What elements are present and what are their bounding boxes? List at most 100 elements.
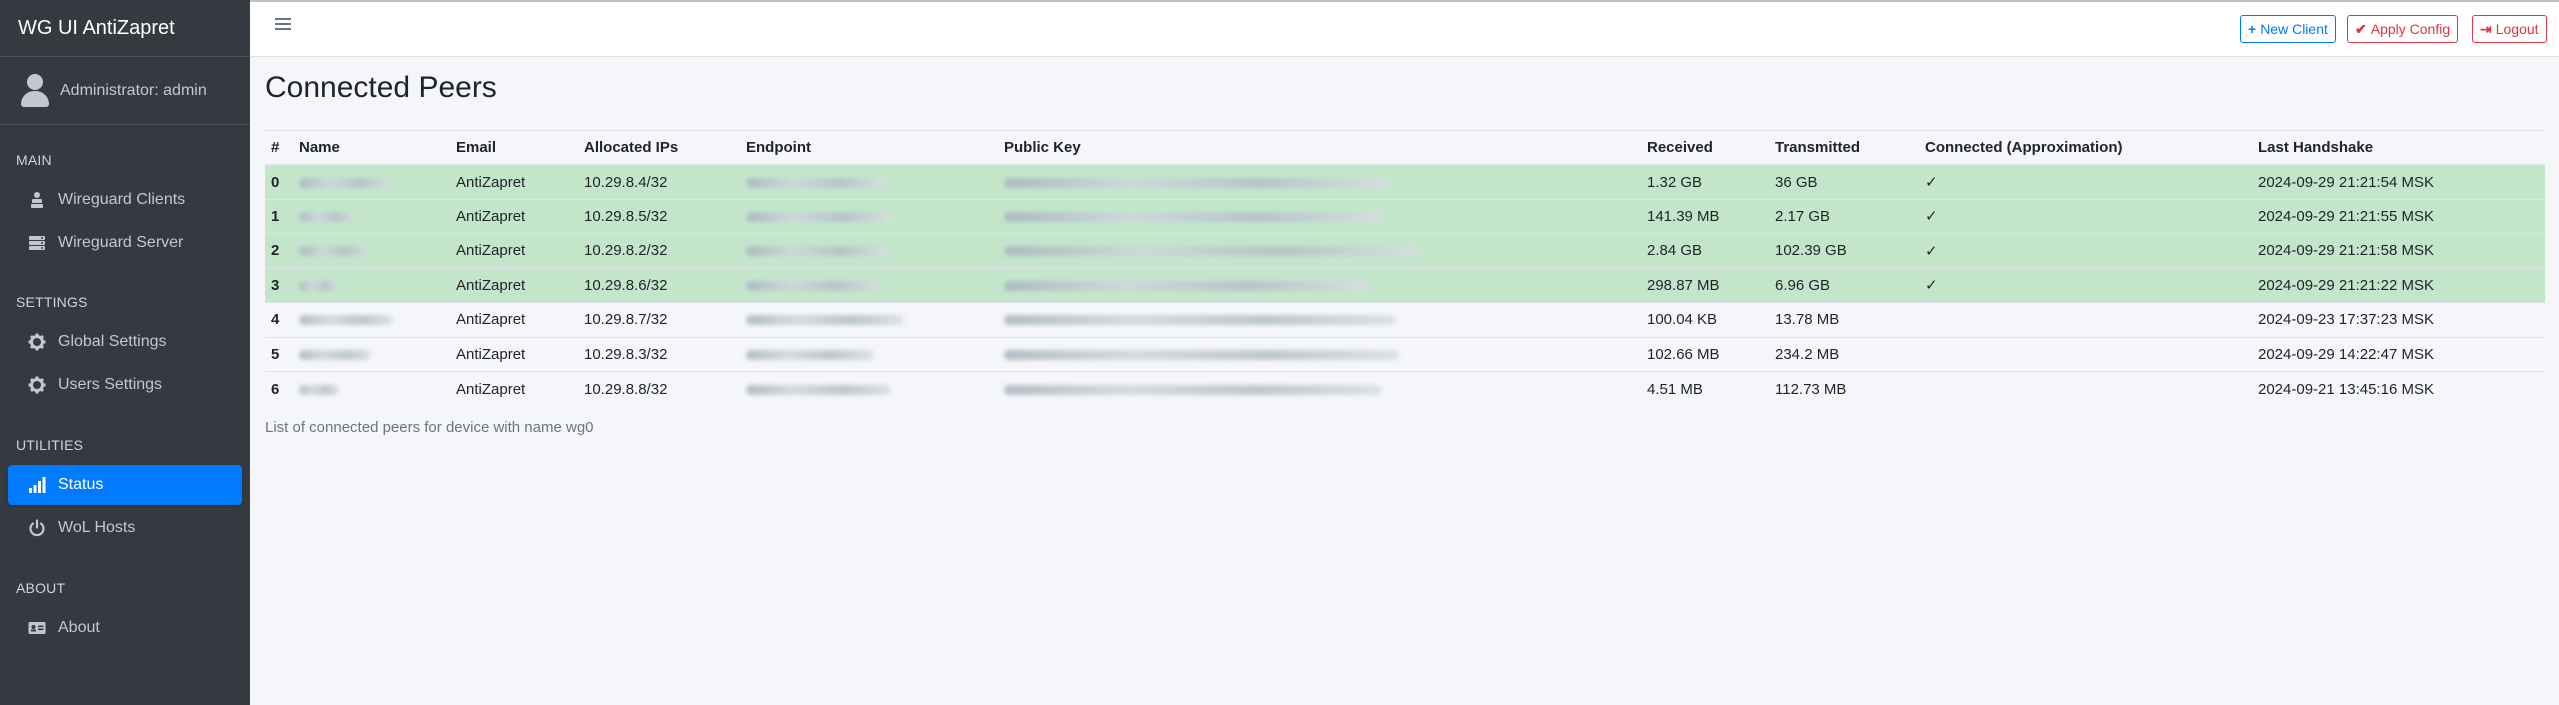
row-index: 0 xyxy=(265,164,293,199)
nav-header-about: ABOUT xyxy=(16,580,66,596)
row-index: 3 xyxy=(265,267,293,303)
sidebar-item-status[interactable]: Status xyxy=(8,465,242,505)
peer-allocated-ip: 10.29.8.4/32 xyxy=(578,164,740,199)
peer-name-redacted xyxy=(293,233,450,268)
power-icon xyxy=(28,519,46,537)
table-row: 1 AntiZapret 10.29.8.5/32 141.39 MB 2.17… xyxy=(265,198,2545,234)
peer-received: 141.39 MB xyxy=(1641,198,1769,234)
peer-name-redacted xyxy=(293,371,450,406)
row-index: 5 xyxy=(265,336,293,372)
apply-config-label: Apply Config xyxy=(2370,21,2451,37)
new-client-label: New Client xyxy=(2260,21,2328,37)
peer-allocated-ip: 10.29.8.5/32 xyxy=(578,198,740,234)
user-panel: Administrator: admin xyxy=(0,57,250,125)
new-client-button[interactable]: + New Client xyxy=(2240,15,2336,43)
peer-allocated-ip: 10.29.8.7/32 xyxy=(578,302,740,337)
gear-icon xyxy=(28,376,46,394)
sidebar-item-wireguard-clients[interactable]: Wireguard Clients xyxy=(8,180,242,220)
check-icon: ✔ xyxy=(2355,20,2367,37)
peer-endpoint-redacted xyxy=(740,164,998,199)
sidebar-item-label: Wireguard Clients xyxy=(58,191,186,208)
peer-connected: ✓ xyxy=(1919,164,2252,199)
table-row: 4 AntiZapret 10.29.8.7/32 100.04 KB 13.7… xyxy=(265,302,2545,337)
peer-public-key-redacted xyxy=(998,198,1641,234)
table-caption: List of connected peers for device with … xyxy=(265,419,594,436)
peer-endpoint-redacted xyxy=(740,267,998,303)
peer-public-key-redacted xyxy=(998,302,1641,337)
peer-allocated-ip: 10.29.8.3/32 xyxy=(578,336,740,372)
top-navbar: + New Client ✔ Apply Config ⇥ Logout xyxy=(250,0,2559,57)
user-name[interactable]: Administrator: admin xyxy=(60,82,207,100)
peer-endpoint-redacted xyxy=(740,302,998,337)
peer-transmitted: 102.39 GB xyxy=(1769,233,1919,268)
nav-header-settings: SETTINGS xyxy=(16,294,88,310)
logout-button[interactable]: ⇥ Logout xyxy=(2472,15,2547,43)
peer-received: 4.51 MB xyxy=(1641,371,1769,406)
peer-transmitted: 2.17 GB xyxy=(1769,198,1919,234)
peer-last-handshake: 2024-09-29 21:21:22 MSK xyxy=(2252,267,2545,303)
col-connected: Connected (Approximation) xyxy=(1919,130,2252,166)
peer-endpoint-redacted xyxy=(740,233,998,268)
peer-last-handshake: 2024-09-29 21:21:54 MSK xyxy=(2252,164,2545,199)
table-row: 2 AntiZapret 10.29.8.2/32 2.84 GB 102.39… xyxy=(265,233,2545,268)
peer-last-handshake: 2024-09-29 21:21:58 MSK xyxy=(2252,233,2545,268)
sidebar-item-label: Users Settings xyxy=(58,376,163,393)
peer-received: 2.84 GB xyxy=(1641,233,1769,268)
table-row: 0 AntiZapret 10.29.8.4/32 1.32 GB 36 GB … xyxy=(265,164,2545,199)
peer-email: AntiZapret xyxy=(450,302,578,337)
peer-email: AntiZapret xyxy=(450,164,578,199)
peer-received: 298.87 MB xyxy=(1641,267,1769,303)
id-card-icon xyxy=(28,619,46,637)
col-transmitted: Transmitted xyxy=(1769,130,1919,166)
peer-public-key-redacted xyxy=(998,164,1641,199)
peer-name-redacted xyxy=(293,267,450,303)
peer-public-key-redacted xyxy=(998,371,1641,406)
peer-connected xyxy=(1919,371,2252,406)
sidebar-item-users-settings[interactable]: Users Settings xyxy=(8,365,242,405)
plus-icon: + xyxy=(2248,21,2257,37)
peer-endpoint-redacted xyxy=(740,198,998,234)
peer-email: AntiZapret xyxy=(450,336,578,372)
peer-allocated-ip: 10.29.8.6/32 xyxy=(578,267,740,303)
gear-icon xyxy=(28,333,46,351)
col-public-key: Public Key xyxy=(998,130,1641,166)
table-row: 5 AntiZapret 10.29.8.3/32 102.66 MB 234.… xyxy=(265,336,2545,372)
peer-public-key-redacted xyxy=(998,233,1641,268)
col-email: Email xyxy=(450,130,578,166)
peer-received: 102.66 MB xyxy=(1641,336,1769,372)
peers-table: # Name Email Allocated IPs Endpoint Publ… xyxy=(265,130,2545,406)
row-index: 1 xyxy=(265,198,293,234)
peer-received: 100.04 KB xyxy=(1641,302,1769,337)
peer-last-handshake: 2024-09-21 13:45:16 MSK xyxy=(2252,371,2545,406)
sidebar-item-about[interactable]: About xyxy=(8,608,242,648)
peer-connected: ✓ xyxy=(1919,233,2252,268)
table-header-row: # Name Email Allocated IPs Endpoint Publ… xyxy=(265,130,2545,166)
sidebar-item-global-settings[interactable]: Global Settings xyxy=(8,322,242,362)
sidebar-item-wol-hosts[interactable]: WoL Hosts xyxy=(8,508,242,548)
col-received: Received xyxy=(1641,130,1769,166)
peer-name-redacted xyxy=(293,164,450,199)
users-icon xyxy=(28,191,46,209)
peer-connected xyxy=(1919,302,2252,337)
user-avatar-icon xyxy=(20,73,50,108)
sidebar-item-wireguard-server[interactable]: Wireguard Server xyxy=(8,223,242,263)
sidebar-item-label: Wireguard Server xyxy=(58,234,184,251)
peer-last-handshake: 2024-09-29 14:22:47 MSK xyxy=(2252,336,2545,372)
nav-header-utilities: UTILITIES xyxy=(16,437,84,453)
table-row: 6 AntiZapret 10.29.8.8/32 4.51 MB 112.73… xyxy=(265,371,2545,406)
brand[interactable]: WG UI AntiZapret xyxy=(0,0,250,57)
brand-title: WG UI AntiZapret xyxy=(18,16,175,39)
peer-email: AntiZapret xyxy=(450,267,578,303)
server-icon xyxy=(28,234,46,252)
sidebar-item-label: WoL Hosts xyxy=(58,519,136,536)
apply-config-button[interactable]: ✔ Apply Config xyxy=(2347,15,2459,43)
hamburger-menu-icon[interactable] xyxy=(275,18,291,34)
col-endpoint: Endpoint xyxy=(740,130,998,166)
col-index: # xyxy=(265,130,293,166)
col-last-handshake: Last Handshake xyxy=(2252,130,2545,166)
peer-transmitted: 13.78 MB xyxy=(1769,302,1919,337)
peer-email: AntiZapret xyxy=(450,198,578,234)
peer-transmitted: 112.73 MB xyxy=(1769,371,1919,406)
peer-transmitted: 36 GB xyxy=(1769,164,1919,199)
sidebar-item-label: Status xyxy=(58,476,104,493)
